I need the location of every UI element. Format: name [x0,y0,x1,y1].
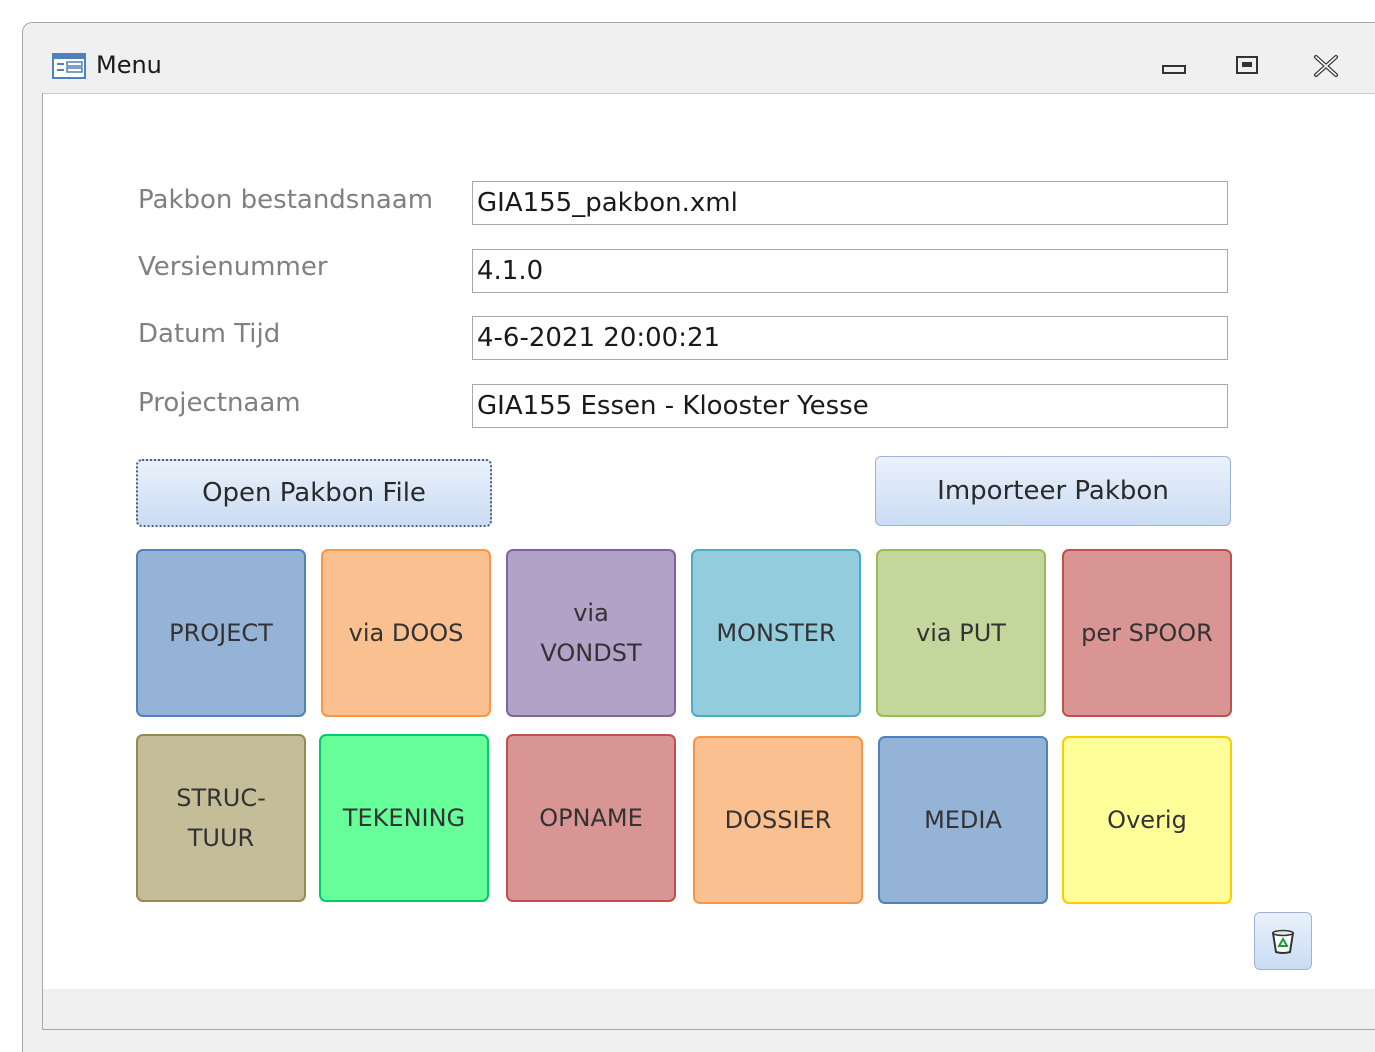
open-pakbon-file-button[interactable]: Open Pakbon File [136,459,492,527]
tile-via-vondst[interactable]: via VONDST [506,549,676,717]
tile-structuur[interactable]: STRUC- TUUR [136,734,306,902]
form-footer [43,989,1375,1029]
window-title: Menu [96,51,162,79]
tile-via-doos[interactable]: via DOOS [321,549,491,717]
projectnaam-field[interactable]: GIA155 Essen - Klooster Yesse [472,384,1228,428]
pakbon-bestandsnaam-field[interactable]: GIA155_pakbon.xml [472,181,1228,225]
tile-project[interactable]: PROJECT [136,549,306,717]
close-button[interactable] [1306,49,1346,83]
recycle-bin-icon [1271,929,1295,954]
form-body: Pakbon bestandsnaam GIA155_pakbon.xml Ve… [42,93,1375,1030]
label-versienummer: Versienummer [138,252,328,282]
tile-monster[interactable]: MONSTER [691,549,861,717]
label-pakbon-bestandsnaam: Pakbon bestandsnaam [138,185,434,215]
label-datum-tijd: Datum Tijd [138,319,281,349]
datum-tijd-field[interactable]: 4-6-2021 20:00:21 [472,316,1228,360]
restore-icon [1236,56,1258,74]
restore-button[interactable] [1227,49,1267,83]
versienummer-field[interactable]: 4.1.0 [472,249,1228,293]
delete-button[interactable] [1254,912,1312,970]
label-projectnaam: Projectnaam [138,388,301,418]
tile-via-put[interactable]: via PUT [876,549,1046,717]
tile-tekening[interactable]: TEKENING [319,734,489,902]
title-bar: Menu [23,23,1375,93]
minimize-button[interactable] [1155,49,1195,83]
tile-dossier[interactable]: DOSSIER [693,736,863,904]
tile-overig[interactable]: Overig [1062,736,1232,904]
tile-per-spoor[interactable]: per SPOOR [1062,549,1232,717]
close-icon [1314,55,1338,77]
tile-media[interactable]: MEDIA [878,736,1048,904]
minimize-icon [1162,65,1186,74]
tile-opname[interactable]: OPNAME [506,734,676,902]
importeer-pakbon-button[interactable]: Importeer Pakbon [875,456,1231,526]
form-icon [52,53,86,79]
menu-window: Menu Pakbon bestandsnaam GIA155_pakbon.x… [22,22,1375,1052]
